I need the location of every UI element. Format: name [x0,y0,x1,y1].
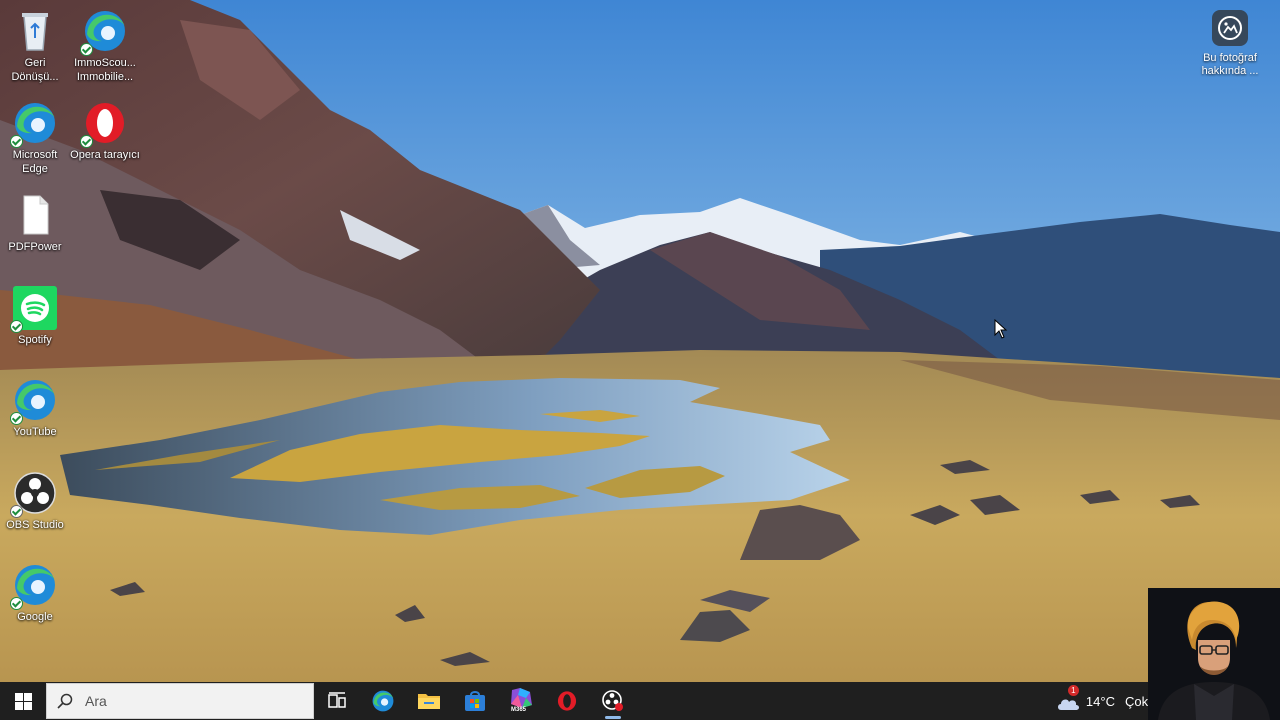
desktop-icon-label: Opera tarayıcı [70,149,140,161]
cloud-icon [1057,699,1079,710]
desktop-icon-opera[interactable]: Opera tarayıcı [70,100,140,162]
desktop-icon-youtube[interactable]: YouTube [0,377,70,439]
opera-icon [80,100,128,148]
desktop-icon-pdfpower[interactable]: PDFPower [0,192,70,254]
desktop-icon-google[interactable]: Google [0,562,70,624]
taskbar: M365 1 14°C Çok bulutlu D T [0,682,1280,720]
taskbar-file-explorer[interactable] [406,682,452,720]
desktop-icon-label: Microsoft Edge [12,149,58,175]
start-button[interactable] [0,682,46,720]
taskbar-opera[interactable] [544,682,590,720]
mouse-cursor-icon [994,319,1008,339]
edge-shortcut-icon [10,377,58,425]
taskbar-obs-studio[interactable] [590,682,636,720]
edge-icon [10,100,58,148]
taskbar-edge[interactable] [360,682,406,720]
desktop-icon-label: Geri Dönüşü... [11,57,59,83]
taskbar-search-box[interactable] [46,683,314,719]
desktop-icon-label: ImmoScou... Immobilie... [74,57,136,83]
spotify-icon [10,285,58,333]
store-icon [465,691,485,711]
taskbar-task-view[interactable] [314,682,360,720]
avatar-image [1148,588,1280,720]
m365-icon [511,688,532,708]
edge-shortcut-icon [80,8,128,56]
desktop-icon-label: Spotify [18,334,52,346]
weather-alert-badge: 1 [1067,685,1079,696]
obs-icon [10,470,58,518]
windows-logo-icon [14,692,32,710]
recycle-bin-icon [12,8,58,54]
desktop-icon-spotify[interactable]: Spotify [0,285,70,347]
desktop-icon-recycle-bin[interactable]: Geri Dönüşü... [0,8,70,84]
webcam-overlay [1148,588,1280,720]
search-input[interactable] [83,692,287,710]
camera-icon [1212,10,1248,46]
photo-info-widget[interactable]: Bu fotoğraf hakkında ... [1196,10,1264,78]
taskbar-m365[interactable]: M365 [498,682,544,720]
m365-badge: M365 [511,707,527,713]
edge-shortcut-icon [10,562,58,610]
desktop-icon-label: YouTube [13,426,57,438]
edge-icon [372,690,394,712]
weather-temperature: 14°C [1085,693,1115,709]
desktop-icon-label: Google [17,611,53,623]
task-view-icon [328,692,346,708]
document-icon [12,192,58,238]
photo-info-label: Bu fotoğraf hakkında ... [1201,52,1259,77]
taskbar-store[interactable] [452,682,498,720]
search-icon [57,693,73,709]
folder-icon [418,694,440,709]
desktop-icon-obs-studio[interactable]: OBS Studio [0,470,70,532]
desktop-wallpaper [0,0,1280,682]
desktop-icon-label: OBS Studio [6,519,64,531]
desktop-icon-microsoft-edge[interactable]: Microsoft Edge [0,100,70,176]
desktop-icon-label: PDFPower [8,241,62,253]
obs-recording-icon [602,690,623,711]
desktop-icon-immoscout[interactable]: ImmoScou... Immobilie... [70,8,140,84]
opera-icon [557,691,577,711]
